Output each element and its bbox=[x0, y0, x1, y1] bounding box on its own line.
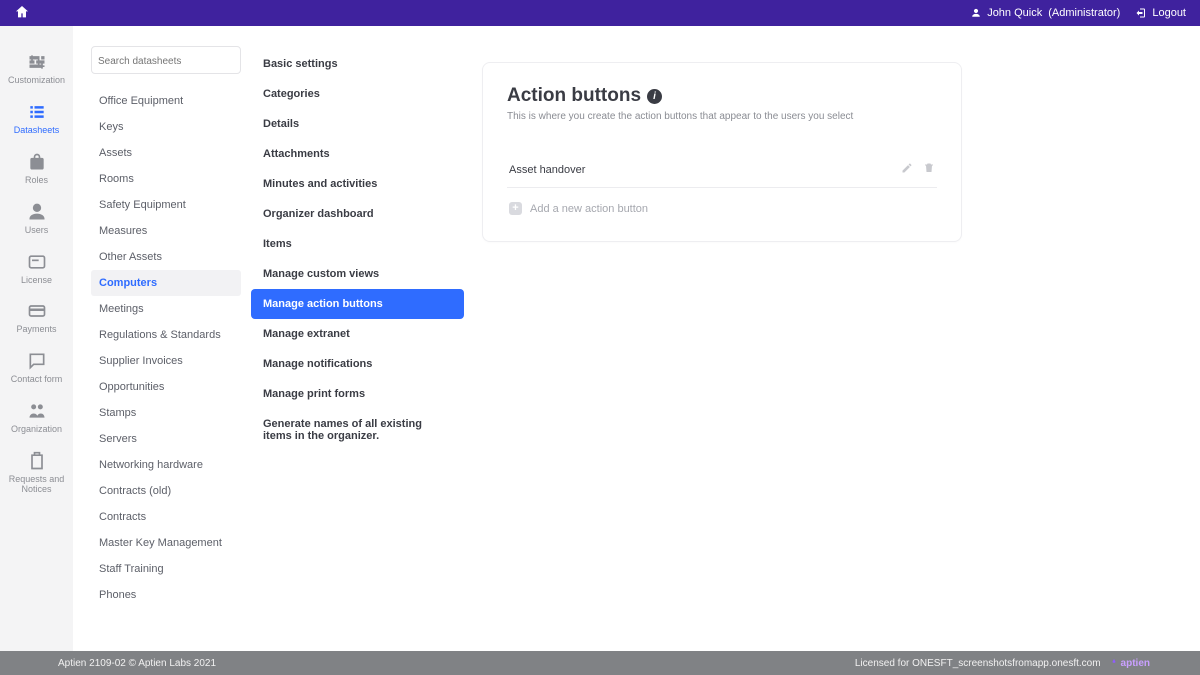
datasheet-item[interactable]: Computers bbox=[91, 270, 241, 296]
credit-card-icon bbox=[27, 301, 47, 321]
logout-button[interactable]: Logout bbox=[1134, 7, 1186, 19]
rail-customization[interactable]: Customization bbox=[0, 46, 73, 96]
datasheet-item[interactable]: Stamps bbox=[91, 400, 241, 426]
settings-menu-item[interactable]: Organizer dashboard bbox=[251, 199, 464, 229]
datasheet-item[interactable]: Other Assets bbox=[91, 244, 241, 270]
plus-icon: + bbox=[509, 202, 522, 215]
search-box[interactable] bbox=[91, 46, 241, 74]
home-icon[interactable] bbox=[14, 4, 30, 23]
datasheet-item[interactable]: Rooms bbox=[91, 166, 241, 192]
datasheet-item[interactable]: Master Key Management bbox=[91, 530, 241, 556]
panel-title: Action buttons bbox=[507, 85, 641, 107]
info-icon[interactable]: i bbox=[647, 89, 662, 104]
settings-menu-item[interactable]: Minutes and activities bbox=[251, 169, 464, 199]
user-icon bbox=[971, 8, 981, 18]
rail-payments[interactable]: Payments bbox=[0, 295, 73, 345]
settings-menu-item[interactable]: Manage action buttons bbox=[251, 289, 464, 319]
user-name: John Quick bbox=[987, 7, 1042, 19]
main-area: Office EquipmentKeysAssetsRoomsSafety Eq… bbox=[73, 26, 1200, 651]
rail-datasheets[interactable]: Datasheets bbox=[0, 96, 73, 146]
brand-logo: aptien bbox=[1109, 658, 1150, 669]
settings-menu-item[interactable]: Basic settings bbox=[251, 49, 464, 79]
datasheet-list-column: Office EquipmentKeysAssetsRoomsSafety Eq… bbox=[91, 46, 241, 651]
logout-label: Logout bbox=[1152, 7, 1186, 19]
datasheet-item[interactable]: Contracts (old) bbox=[91, 478, 241, 504]
settings-menu-item[interactable]: Manage print forms bbox=[251, 379, 464, 409]
rail-roles[interactable]: Roles bbox=[0, 146, 73, 196]
chat-icon bbox=[27, 351, 47, 371]
user-icon bbox=[27, 202, 47, 222]
user-role: (Administrator) bbox=[1048, 7, 1120, 19]
content-column: Action buttons i This is where you creat… bbox=[464, 46, 1200, 651]
settings-menu-item[interactable]: Items bbox=[251, 229, 464, 259]
settings-menu-column: Basic settingsCategoriesDetailsAttachmen… bbox=[251, 46, 464, 651]
settings-menu-item[interactable]: Generate names of all existing items in … bbox=[251, 409, 464, 451]
logout-icon bbox=[1134, 7, 1146, 19]
delete-icon[interactable] bbox=[923, 162, 935, 177]
footer-left: Aptien 2109-02 © Aptien Labs 2021 bbox=[58, 658, 216, 669]
datasheet-item[interactable]: Opportunities bbox=[91, 374, 241, 400]
datasheet-item[interactable]: Assets bbox=[91, 140, 241, 166]
settings-menu-item[interactable]: Manage extranet bbox=[251, 319, 464, 349]
datasheet-item[interactable]: Regulations & Standards bbox=[91, 322, 241, 348]
datasheet-scroll[interactable]: Office EquipmentKeysAssetsRoomsSafety Eq… bbox=[91, 88, 241, 651]
rail-requests[interactable]: Requests and Notices bbox=[0, 445, 73, 505]
add-action-button[interactable]: + Add a new action button bbox=[507, 202, 937, 215]
settings-menu-item[interactable]: Manage notifications bbox=[251, 349, 464, 379]
add-action-label: Add a new action button bbox=[530, 203, 648, 215]
settings-menu-item[interactable]: Manage custom views bbox=[251, 259, 464, 289]
left-rail: Customization Datasheets Roles Users Lic… bbox=[0, 26, 73, 651]
datasheet-item[interactable]: Measures bbox=[91, 218, 241, 244]
search-input[interactable] bbox=[98, 56, 234, 67]
datasheet-item[interactable]: Staff Training bbox=[91, 556, 241, 582]
sliders-icon bbox=[27, 52, 47, 72]
datasheet-item[interactable]: Supplier Invoices bbox=[91, 348, 241, 374]
settings-menu-item[interactable]: Details bbox=[251, 109, 464, 139]
datasheet-item[interactable]: Keys bbox=[91, 114, 241, 140]
settings-menu-item[interactable]: Attachments bbox=[251, 139, 464, 169]
badge-icon bbox=[27, 152, 47, 172]
rail-contact-form[interactable]: Contact form bbox=[0, 345, 73, 395]
rail-organization[interactable]: Organization bbox=[0, 395, 73, 445]
list-icon bbox=[27, 102, 47, 122]
datasheet-item[interactable]: Meetings bbox=[91, 296, 241, 322]
panel-description: This is where you create the action butt… bbox=[507, 111, 937, 122]
settings-menu-item[interactable]: Categories bbox=[251, 79, 464, 109]
datasheet-item[interactable]: Servers bbox=[91, 426, 241, 452]
rail-users[interactable]: Users bbox=[0, 196, 73, 246]
datasheet-item[interactable]: Contracts bbox=[91, 504, 241, 530]
current-user[interactable]: John Quick (Administrator) bbox=[971, 7, 1120, 19]
action-row[interactable]: Asset handover bbox=[507, 154, 937, 188]
datasheet-item[interactable]: Office Equipment bbox=[91, 88, 241, 114]
datasheet-item[interactable]: Phones bbox=[91, 582, 241, 608]
footer-right: Licensed for ONESFT_screenshotsfromapp.o… bbox=[855, 658, 1101, 669]
edit-icon[interactable] bbox=[901, 162, 913, 177]
clipboard-icon bbox=[27, 451, 47, 471]
card-icon bbox=[27, 252, 47, 272]
action-buttons-panel: Action buttons i This is where you creat… bbox=[482, 62, 962, 242]
datasheet-item[interactable]: Safety Equipment bbox=[91, 192, 241, 218]
org-icon bbox=[27, 401, 47, 421]
footer: Aptien 2109-02 © Aptien Labs 2021 Licens… bbox=[0, 651, 1200, 675]
rail-license[interactable]: License bbox=[0, 246, 73, 296]
datasheet-item[interactable]: Networking hardware bbox=[91, 452, 241, 478]
action-label: Asset handover bbox=[509, 164, 585, 176]
